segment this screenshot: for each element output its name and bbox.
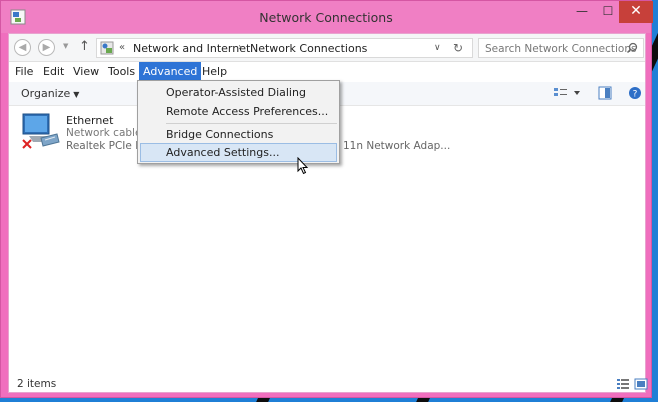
- menu-item-remote-access-preferences[interactable]: Remote Access Preferences...: [140, 102, 337, 121]
- connection-device: 11n Network Adap...: [343, 140, 451, 152]
- disconnected-x-icon: [22, 139, 32, 149]
- recent-locations-dropdown[interactable]: ▼: [63, 42, 68, 50]
- up-button[interactable]: ↑: [79, 39, 90, 54]
- menu-view[interactable]: View: [69, 62, 103, 82]
- organize-label: Organize: [21, 87, 71, 100]
- menu-item-operator-assisted-dialing[interactable]: Operator-Assisted Dialing: [140, 83, 337, 102]
- close-button[interactable]: ✕: [619, 1, 653, 23]
- status-bar: 2 items: [9, 376, 648, 392]
- refresh-icon[interactable]: ↻: [453, 41, 463, 55]
- advanced-menu-dropdown: Operator-Assisted Dialing Remote Access …: [137, 80, 340, 164]
- menu-edit[interactable]: Edit: [39, 62, 68, 82]
- breadcrumb-network-and-internet[interactable]: Network and Internet: [133, 42, 250, 55]
- back-button[interactable]: ◀: [14, 39, 31, 56]
- svg-text:?: ?: [633, 90, 638, 100]
- navigation-row: ◀ ▶ ▼ ↑ « Network and Internet › Network…: [9, 34, 645, 62]
- network-connections-window: Network Connections — ☐ ✕ ◀ ▶ ▼ ↑ « Netw…: [0, 0, 653, 398]
- breadcrumb-separator[interactable]: ›: [238, 42, 242, 53]
- address-overflow-chevron[interactable]: «: [119, 42, 125, 53]
- maximize-button[interactable]: ☐: [595, 1, 621, 23]
- menu-separator: [166, 123, 337, 124]
- control-panel-icon: [100, 41, 114, 55]
- forward-button[interactable]: ▶: [38, 39, 55, 56]
- address-bar[interactable]: « Network and Internet › Network Connect…: [96, 38, 473, 58]
- search-input[interactable]: Search Network Connections: [485, 43, 636, 55]
- mouse-cursor-icon: [297, 157, 309, 175]
- title-bar[interactable]: Network Connections — ☐ ✕: [1, 1, 653, 33]
- menu-bar: File Edit View Tools Advanced Help: [9, 62, 645, 82]
- window-title: Network Connections: [259, 10, 393, 25]
- details-view-icon[interactable]: [616, 378, 630, 390]
- menu-help[interactable]: Help: [198, 62, 231, 82]
- address-history-dropdown[interactable]: ∨: [434, 43, 441, 53]
- menu-item-bridge-connections[interactable]: Bridge Connections: [140, 125, 337, 144]
- search-icon[interactable]: [626, 42, 638, 54]
- menu-advanced[interactable]: Advanced: [139, 62, 202, 82]
- item-count: 2 items: [17, 378, 57, 390]
- help-icon[interactable]: ?: [628, 86, 642, 100]
- minimize-button[interactable]: —: [569, 1, 595, 23]
- chevron-down-icon: ▼: [73, 90, 80, 99]
- connection-name: Ethernet: [66, 114, 114, 127]
- menu-tools[interactable]: Tools: [104, 62, 139, 82]
- organize-button[interactable]: Organize ▼: [21, 87, 79, 100]
- search-box[interactable]: Search Network Connections: [478, 38, 644, 58]
- large-icons-view-icon[interactable]: [634, 378, 648, 390]
- change-view-icon[interactable]: [553, 86, 583, 100]
- breadcrumb-network-connections[interactable]: Network Connections: [250, 42, 367, 55]
- menu-file[interactable]: File: [11, 62, 37, 82]
- preview-pane-icon[interactable]: [598, 86, 612, 100]
